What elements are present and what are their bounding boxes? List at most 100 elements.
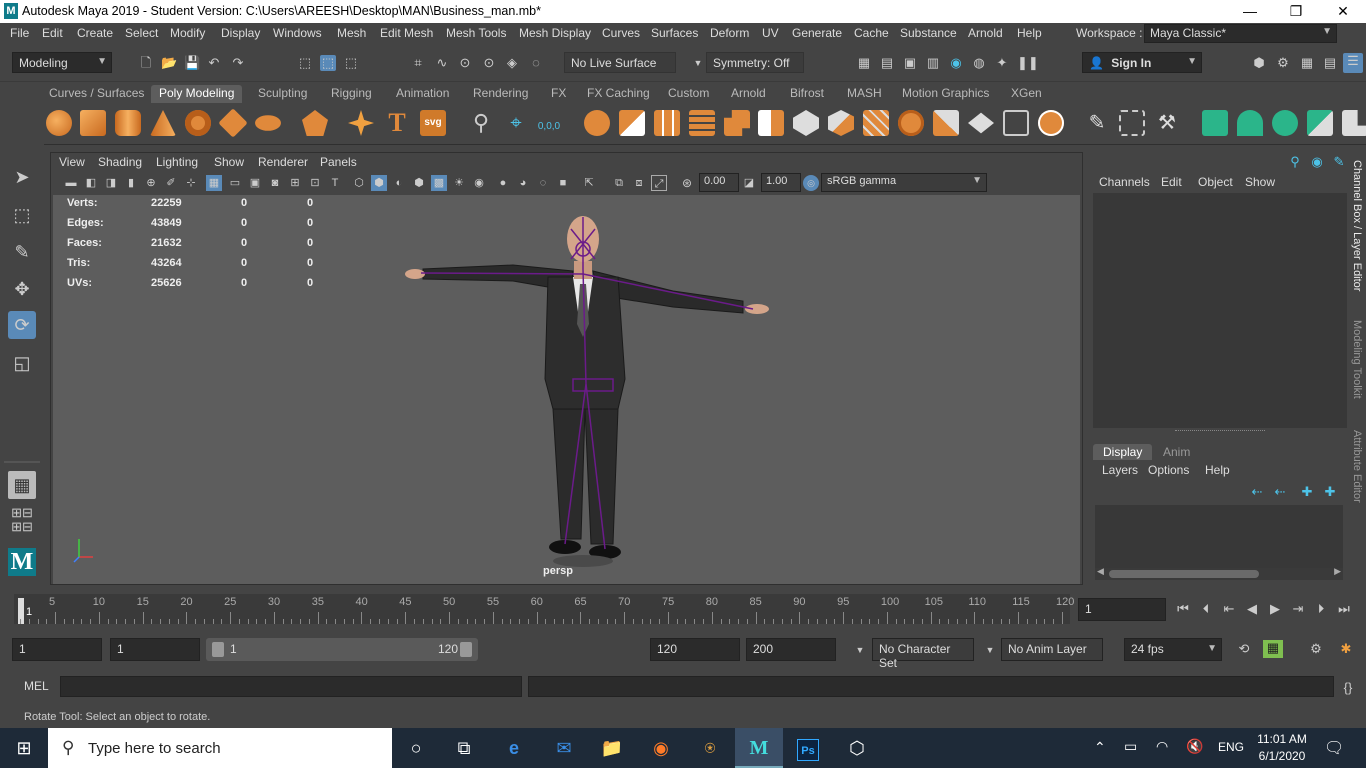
play-forwards-icon[interactable]: ▶ bbox=[1267, 601, 1283, 617]
workspace-dropdown[interactable]: Maya Classic* ▼ bbox=[1144, 24, 1337, 43]
splitter-handle[interactable] bbox=[1175, 430, 1265, 433]
chevron-down-icon[interactable]: ▼ bbox=[690, 55, 706, 71]
view-transform-icon[interactable]: ◎ bbox=[803, 175, 819, 191]
tab-fx-caching[interactable]: FX Caching bbox=[579, 85, 658, 103]
menu-windows[interactable]: Windows bbox=[273, 26, 322, 40]
perspective-viewport[interactable]: Verts: 22259 0 0 Edges: 43849 0 0 Faces:… bbox=[53, 195, 1080, 584]
menu-deform[interactable]: Deform bbox=[710, 26, 749, 40]
layer-help-menu[interactable]: Help bbox=[1205, 463, 1230, 477]
chevron-down-icon[interactable]: ▼ bbox=[982, 642, 998, 658]
script-editor-icon[interactable]: {} bbox=[1340, 680, 1356, 696]
menu-help[interactable]: Help bbox=[1017, 26, 1042, 40]
gate-mask-icon[interactable]: ◙ bbox=[267, 175, 283, 191]
multi-cut-icon[interactable] bbox=[898, 110, 924, 136]
volume-muted-icon[interactable]: 🔇 bbox=[1186, 738, 1203, 755]
wireframe-on-shaded-icon[interactable]: ◐ bbox=[391, 175, 407, 191]
bevel-icon[interactable] bbox=[828, 110, 854, 136]
notifications-icon[interactable]: 🗨 bbox=[1324, 738, 1344, 758]
loop-icon[interactable]: ⟲ bbox=[1236, 641, 1252, 657]
save-scene-icon[interactable]: 💾 bbox=[184, 55, 200, 71]
live-surface-field[interactable]: No Live Surface bbox=[564, 52, 676, 73]
channel-box-display-icon[interactable]: ⚲ bbox=[1287, 154, 1303, 170]
go-to-start-icon[interactable]: ⏮ bbox=[1175, 601, 1191, 617]
anim-layer-field[interactable]: No Anim Layer bbox=[1001, 638, 1103, 661]
bridge-icon[interactable] bbox=[758, 110, 784, 136]
combine-icon[interactable] bbox=[584, 110, 610, 136]
scale-tool-icon[interactable]: ◱ bbox=[8, 349, 36, 377]
tab-bifrost[interactable]: Bifrost bbox=[782, 85, 832, 103]
range-end-handle[interactable] bbox=[460, 642, 472, 657]
select-tool-icon[interactable]: ➤ bbox=[8, 163, 36, 191]
scroll-left-icon[interactable]: ◀ bbox=[1097, 566, 1104, 577]
language-indicator[interactable]: ENG bbox=[1218, 740, 1244, 754]
wifi-icon[interactable]: ◠ bbox=[1156, 738, 1168, 755]
poly-cube-icon[interactable] bbox=[80, 110, 106, 136]
snap-curve-icon[interactable]: ∿ bbox=[434, 55, 450, 71]
app-icon[interactable]: ⍟ bbox=[686, 728, 734, 768]
attribute-editor-toggle-icon[interactable]: ◉ bbox=[1309, 154, 1325, 170]
menu-select[interactable]: Select bbox=[125, 26, 158, 40]
isolate-select-icon[interactable]: ■ bbox=[555, 175, 571, 191]
viewport-menu-panels[interactable]: Panels bbox=[320, 155, 357, 169]
snap-surface-icon[interactable]: ◈ bbox=[504, 55, 520, 71]
tab-rendering[interactable]: Rendering bbox=[465, 85, 536, 103]
mode-dropdown[interactable]: Modeling ▼ bbox=[12, 52, 112, 73]
modeling-toolkit-icon[interactable]: ⬢ bbox=[1251, 55, 1267, 71]
tab-arnold[interactable]: Arnold bbox=[723, 85, 774, 103]
options-menu[interactable]: Options bbox=[1148, 463, 1189, 477]
sign-in-dropdown[interactable]: 👤 Sign In ▼ bbox=[1082, 52, 1202, 73]
poly-cylinder-icon[interactable] bbox=[115, 110, 141, 136]
exposure-field[interactable]: 0.00 bbox=[699, 173, 739, 192]
time-ruler[interactable]: 1 5 10 15 20 25 30 35 40 45 50 55 60 65 70 75 80 85 90 95 10… bbox=[14, 594, 1074, 624]
paint-select-tool-icon[interactable]: ✎ bbox=[8, 238, 36, 266]
uv-cylindrical-icon[interactable] bbox=[1237, 110, 1263, 136]
mirror-icon[interactable] bbox=[654, 110, 680, 136]
photoshop-icon[interactable]: Ps bbox=[784, 728, 832, 768]
frame-selected-icon[interactable]: ⤢ bbox=[651, 175, 667, 191]
attribute-editor-icon[interactable]: ⚙ bbox=[1275, 55, 1291, 71]
uv-spherical-icon[interactable] bbox=[1272, 110, 1298, 136]
poly-svg-icon[interactable]: svg bbox=[420, 110, 446, 136]
four-view-layout-icon[interactable]: ⊞⊟ ⊞⊟ bbox=[8, 506, 36, 534]
safe-title-icon[interactable]: T bbox=[327, 175, 343, 191]
task-view-icon[interactable]: ⧉ bbox=[440, 728, 488, 768]
lasso-tool-icon[interactable]: ⬚ bbox=[8, 201, 36, 229]
pause-icon[interactable]: ❚❚ bbox=[1017, 55, 1039, 71]
single-perspective-layout-icon[interactable]: ▦ bbox=[8, 471, 36, 499]
poly-plane-icon[interactable] bbox=[218, 108, 248, 138]
tab-xgen[interactable]: XGen bbox=[1003, 85, 1050, 103]
viewport-menu-shading[interactable]: Shading bbox=[98, 155, 142, 169]
motion-blur-icon[interactable]: ● bbox=[495, 175, 511, 191]
range-start-handle[interactable] bbox=[212, 642, 224, 657]
render-view-icon[interactable]: ◍ bbox=[971, 55, 987, 71]
step-back-key-icon[interactable]: ⇤ bbox=[1221, 601, 1237, 617]
tab-custom[interactable]: Custom bbox=[660, 85, 717, 103]
menu-uv[interactable]: UV bbox=[762, 26, 779, 40]
menu-edit[interactable]: Edit bbox=[42, 26, 63, 40]
poly-sphere-icon[interactable] bbox=[46, 110, 72, 136]
channel-object-menu[interactable]: Object bbox=[1198, 175, 1233, 189]
clock-time[interactable]: 11:01 AM bbox=[1256, 732, 1308, 746]
connect-icon[interactable] bbox=[968, 112, 994, 134]
animation-end-field[interactable]: 200 bbox=[746, 638, 836, 661]
extrude-icon[interactable] bbox=[793, 110, 819, 136]
move-layer-up-icon[interactable]: ⇠ bbox=[1249, 484, 1265, 500]
smooth-icon[interactable] bbox=[689, 110, 715, 136]
select-component-icon[interactable]: ⬚ bbox=[343, 55, 359, 71]
firefox-icon[interactable]: ◉ bbox=[637, 728, 685, 768]
tab-poly-modeling[interactable]: Poly Modeling bbox=[151, 85, 243, 103]
tab-curves-surfaces[interactable]: Curves / Surfaces bbox=[41, 85, 152, 103]
clock-date[interactable]: 6/1/2020 bbox=[1256, 749, 1308, 763]
hypershade-icon[interactable]: ◉ bbox=[948, 55, 964, 71]
lasso-select-icon[interactable] bbox=[1119, 110, 1145, 136]
platonic-solid-icon[interactable] bbox=[302, 110, 328, 136]
snap-live-icon[interactable]: ◌ bbox=[528, 55, 544, 71]
use-all-lights-icon[interactable]: ▩ bbox=[431, 175, 447, 191]
poly-disc-icon[interactable] bbox=[255, 115, 281, 131]
exposure-icon[interactable]: ⊛ bbox=[679, 175, 695, 191]
open-scene-icon[interactable]: 📂 bbox=[161, 55, 177, 71]
color-space-dropdown[interactable]: sRGB gamma ▼ bbox=[821, 173, 987, 192]
character-control-icon[interactable]: ✱ bbox=[1338, 641, 1354, 657]
image-plane-icon[interactable]: ▮ bbox=[123, 175, 139, 191]
channel-box-body[interactable] bbox=[1093, 193, 1347, 428]
